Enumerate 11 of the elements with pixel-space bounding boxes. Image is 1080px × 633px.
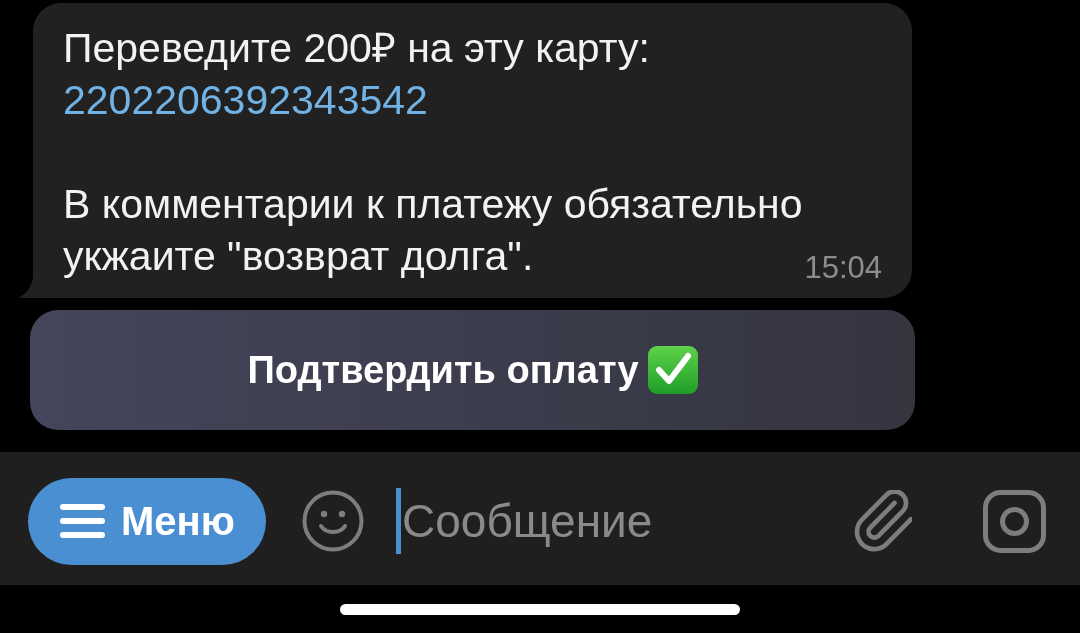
camera-icon[interactable] [983, 489, 1046, 553]
message-input[interactable]: Сообщение [402, 488, 842, 554]
smile-icon[interactable] [302, 490, 364, 552]
message-text: Переведите 200₽ на эту карту: [63, 24, 650, 73]
message-text: В комментарии к платежу обязательно укжаите "возврат долга". [63, 181, 803, 279]
message-time: 15:04 [804, 250, 882, 286]
menu-icon [60, 504, 105, 538]
paperclip-icon[interactable] [854, 490, 912, 552]
confirm-payment-button[interactable]: Подтвердить оплату [30, 310, 915, 430]
card-number-link[interactable]: 2202206392343542 [63, 74, 428, 126]
check-mark-icon [647, 346, 698, 394]
